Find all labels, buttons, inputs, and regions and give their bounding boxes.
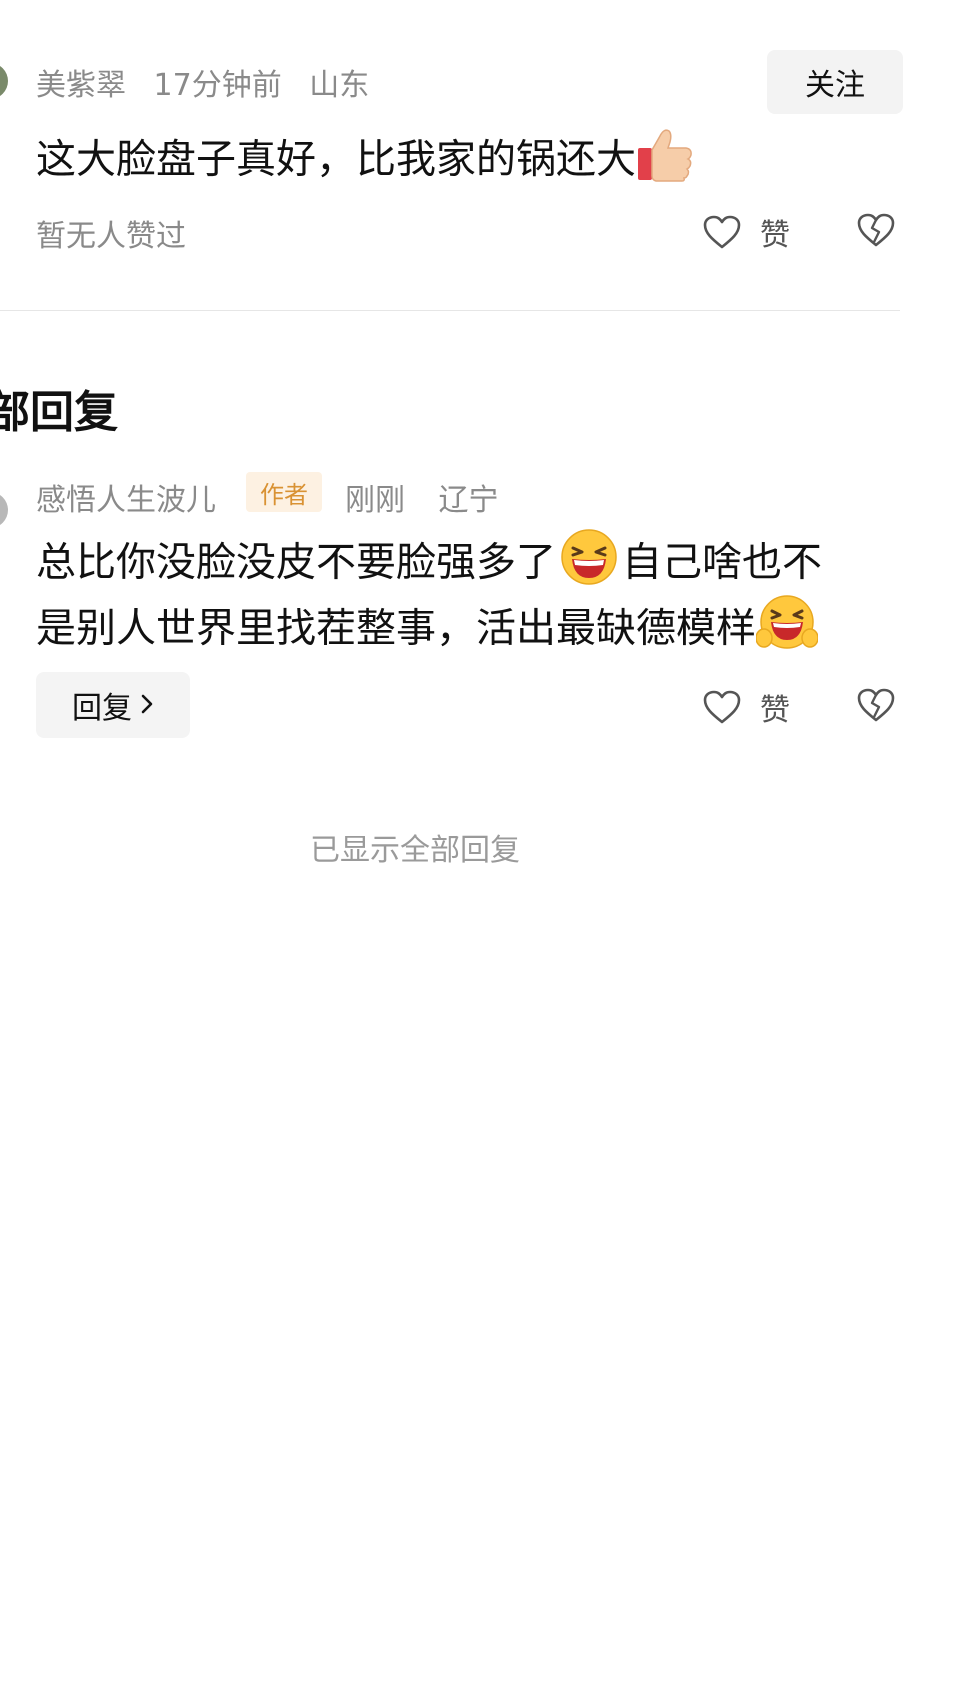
reply-button[interactable]: 回复 [36, 672, 190, 738]
section-title: 部回复 [0, 387, 118, 438]
reply-username[interactable]: 感悟人生波儿 [36, 483, 216, 518]
comment-username[interactable]: 美紫翠 [36, 68, 126, 103]
heart-icon [702, 214, 742, 250]
reply-body-a: 总比你没脸没皮不要脸强多了 [36, 539, 556, 586]
like-label: 赞 [760, 218, 790, 253]
comment-time: 17分钟前 [153, 68, 282, 103]
avatar[interactable] [0, 63, 8, 99]
comment-body: 这大脸盘子真好，比我家的锅还大 [36, 136, 636, 183]
reply-like-button[interactable]: 赞 [702, 685, 790, 729]
divider [0, 310, 900, 311]
laughing-face-icon [560, 528, 618, 593]
reply-meta-right: 刚刚 辽宁 [345, 475, 499, 519]
reply-text-line-2: 是别人世界里找茬整事，活出最缺德模样 [36, 595, 819, 663]
comment-meta: 美紫翠 17分钟前 山东 [36, 60, 369, 104]
follow-button[interactable]: 关注 [767, 50, 903, 114]
laughing-hug-face-icon [755, 594, 819, 659]
reply-body-b: 自己啥也不 [622, 539, 822, 586]
reply-time: 刚刚 [345, 483, 405, 518]
reply-button-label: 回复 [72, 691, 132, 726]
author-badge: 作者 [246, 472, 322, 512]
dislike-broken-heart-icon[interactable] [856, 687, 896, 727]
comment-text: 这大脸盘子真好，比我家的锅还大 [36, 129, 694, 193]
thumbs-up-icon [636, 126, 694, 189]
no-likes-text: 暂无人赞过 [36, 219, 186, 254]
reply-text-line-1: 总比你没脸没皮不要脸强多了 自己啥也不 [36, 529, 822, 597]
avatar[interactable] [0, 492, 8, 528]
reply-meta: 感悟人生波儿 [36, 475, 216, 519]
like-button[interactable]: 赞 [702, 210, 790, 254]
dislike-broken-heart-icon[interactable] [856, 212, 896, 252]
comment-location: 山东 [309, 68, 370, 103]
like-label: 赞 [760, 693, 790, 728]
chevron-right-icon [140, 688, 154, 723]
reply-body-c: 是别人世界里找茬整事，活出最缺德模样 [36, 605, 756, 652]
reply-location: 辽宁 [438, 483, 499, 518]
all-replies-shown-text: 已显示全部回复 [310, 833, 520, 868]
heart-icon [702, 689, 742, 725]
